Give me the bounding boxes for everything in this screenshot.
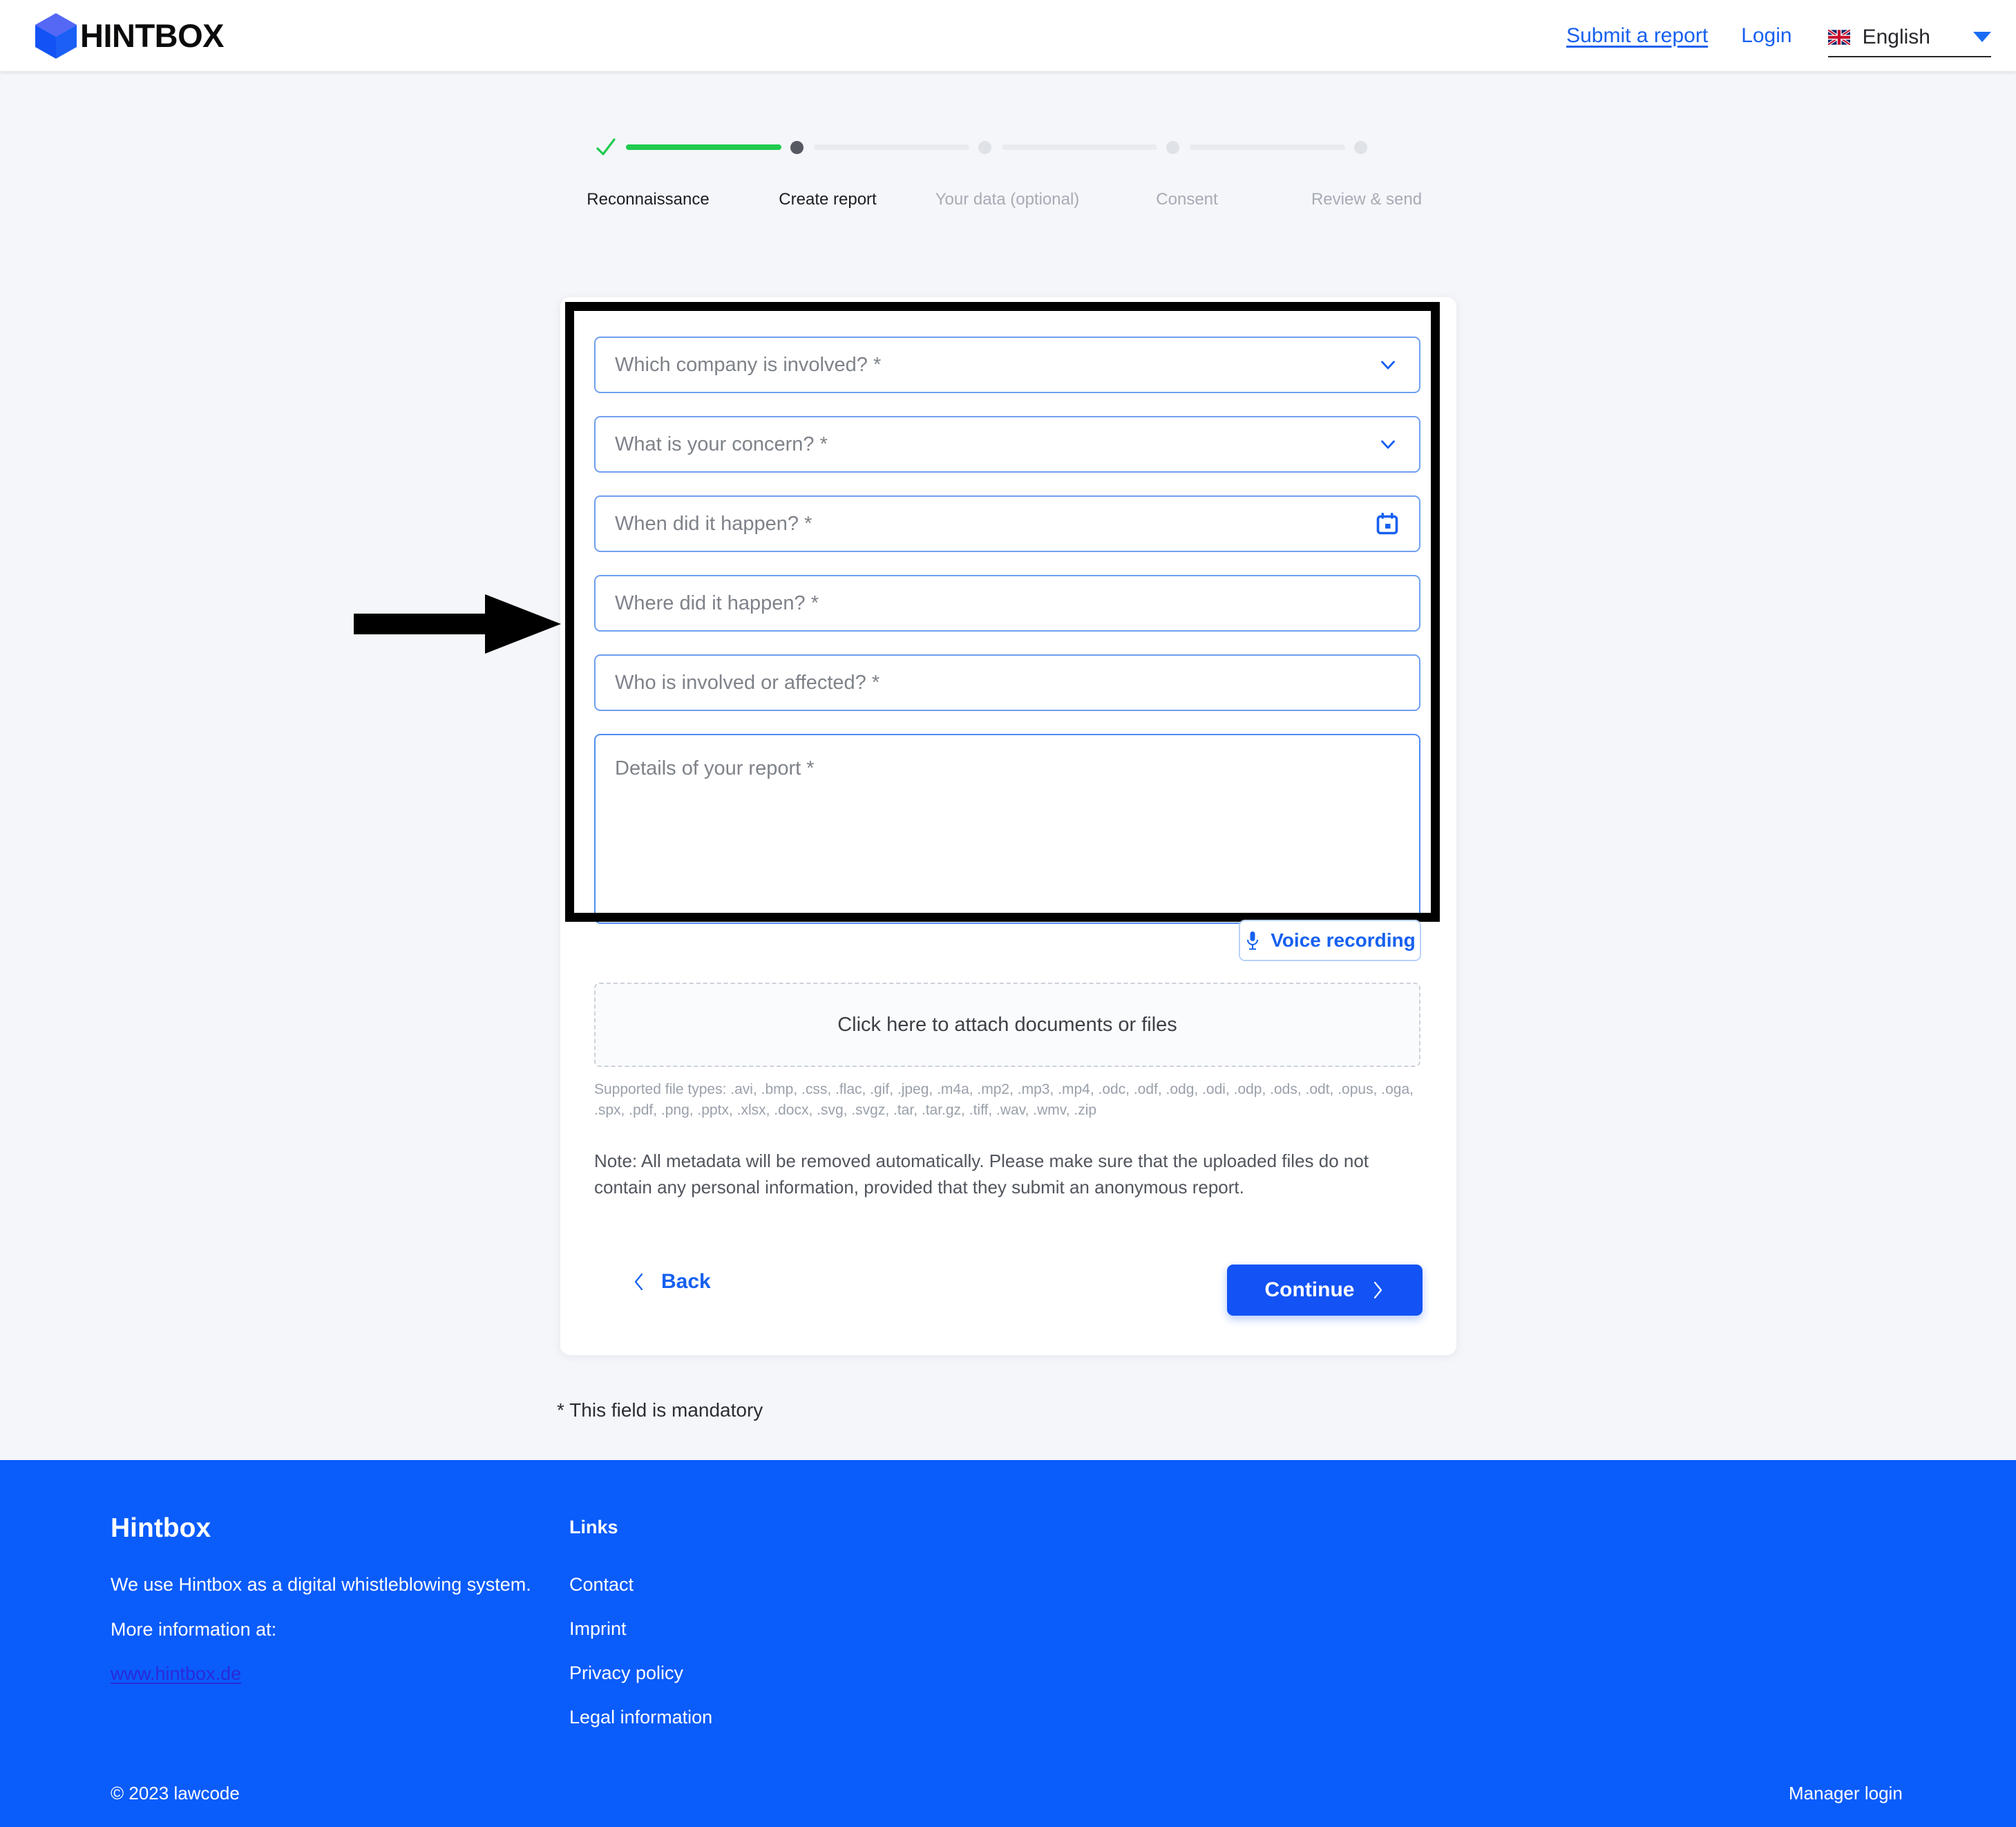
- submit-report-link[interactable]: Submit a report: [1566, 24, 1708, 48]
- stepper-segment-3: [1002, 144, 1157, 150]
- login-link[interactable]: Login: [1741, 24, 1791, 48]
- footer-website-link[interactable]: www.hintbox.de: [111, 1663, 241, 1685]
- file-dropzone-label: Click here to attach documents or files: [837, 1013, 1177, 1036]
- company-select-placeholder: Which company is involved? *: [615, 353, 882, 376]
- footer-link-contact[interactable]: Contact: [569, 1574, 634, 1596]
- date-field-placeholder: When did it happen? *: [615, 512, 812, 535]
- company-select-trailing: [1376, 353, 1400, 377]
- site-header: HINTBOX Submit a report Login English: [0, 0, 2016, 71]
- cube-icon: [35, 12, 77, 59]
- microphone-icon: [1247, 931, 1259, 950]
- language-label: English: [1862, 25, 1930, 48]
- company-select-field[interactable]: Which company is involved? *: [594, 337, 1420, 393]
- details-textarea-placeholder: Details of your report *: [615, 757, 815, 779]
- footer-more-info-label: More information at:: [111, 1619, 277, 1640]
- check-icon: [596, 138, 616, 155]
- language-selector[interactable]: English: [1827, 25, 1991, 57]
- stepper-dot-3[interactable]: [978, 141, 991, 154]
- logo-text: HINTBOX: [80, 17, 225, 54]
- chevron-left-icon: [634, 1273, 643, 1291]
- stepper-segment-4: [1190, 144, 1345, 150]
- concern-select-field[interactable]: What is your concern? *: [594, 416, 1420, 473]
- header-nav: Submit a report Login English: [1566, 0, 1991, 71]
- date-field[interactable]: When did it happen? *: [594, 495, 1420, 552]
- back-button-label: Back: [661, 1270, 711, 1293]
- metadata-note: Note: All metadata will be removed autom…: [594, 1151, 1369, 1198]
- footer-description: We use Hintbox as a digital whistleblowi…: [111, 1574, 531, 1595]
- file-dropzone[interactable]: Click here to attach documents or files: [594, 983, 1420, 1067]
- annotation-arrow-icon: [354, 594, 561, 654]
- footer-brand: Hintbox: [111, 1513, 211, 1544]
- stepper-track: [594, 135, 1423, 160]
- who-field-placeholder: Who is involved or affected? *: [615, 671, 880, 694]
- date-field-trailing: [1375, 511, 1400, 536]
- footer-link-privacy-policy[interactable]: Privacy policy: [569, 1663, 683, 1684]
- uk-flag-icon: [1827, 29, 1850, 45]
- continue-button[interactable]: Continue: [1227, 1265, 1423, 1316]
- supported-file-types: Supported file types: .avi, .bmp, .css, …: [594, 1081, 1414, 1118]
- details-textarea[interactable]: Details of your report *: [594, 734, 1420, 924]
- voice-recording-label: Voice recording: [1271, 929, 1416, 951]
- site-footer: [0, 1460, 2016, 1827]
- where-field[interactable]: Where did it happen? *: [594, 575, 1420, 632]
- step-label-consent: Consent: [1156, 190, 1218, 209]
- stepper-dot-2[interactable]: [790, 141, 803, 154]
- voice-recording-button[interactable]: Voice recording: [1239, 920, 1421, 961]
- where-field-placeholder: Where did it happen? *: [615, 591, 819, 614]
- step-label-reconnaissance: Reconnaissance: [587, 190, 710, 209]
- footer-copyright: © 2023 lawcode: [111, 1783, 240, 1804]
- stepper-dot-4[interactable]: [1166, 141, 1179, 154]
- footer-link-legal-information[interactable]: Legal information: [569, 1707, 712, 1728]
- footer-links-title: Links: [569, 1517, 618, 1537]
- stepper-segment-2: [814, 144, 969, 150]
- step-label-review-send: Review & send: [1311, 190, 1423, 209]
- logo[interactable]: HINTBOX: [33, 12, 225, 60]
- chevron-down-icon[interactable]: [1376, 433, 1400, 456]
- chevron-down-icon[interactable]: [1973, 32, 1991, 42]
- stepper-labels: Reconnaissance Create report Your data (…: [587, 190, 1423, 218]
- footer-brand-title: Hintbox: [111, 1513, 211, 1543]
- chevron-down-icon[interactable]: [1376, 353, 1400, 377]
- calendar-icon[interactable]: [1375, 511, 1400, 536]
- mandatory-field-note: * This field is mandatory: [557, 1399, 763, 1421]
- concern-select-placeholder: What is your concern? *: [615, 433, 828, 455]
- step-label-create-report: Create report: [779, 190, 877, 209]
- progress-stepper: Reconnaissance Create report Your data (…: [587, 135, 1423, 225]
- back-button[interactable]: Back: [632, 1270, 711, 1294]
- stepper-segment-1: [626, 144, 781, 150]
- footer-link-imprint[interactable]: Imprint: [569, 1618, 627, 1640]
- step-label-your-data: Your data (optional): [935, 190, 1080, 209]
- continue-button-label: Continue: [1264, 1278, 1355, 1301]
- concern-select-trailing: [1376, 433, 1400, 456]
- stepper-dot-5[interactable]: [1354, 141, 1367, 154]
- who-field[interactable]: Who is involved or affected? *: [594, 654, 1420, 711]
- manager-login-link[interactable]: Manager login: [1789, 1783, 1903, 1804]
- chevron-right-icon: [1374, 1281, 1382, 1299]
